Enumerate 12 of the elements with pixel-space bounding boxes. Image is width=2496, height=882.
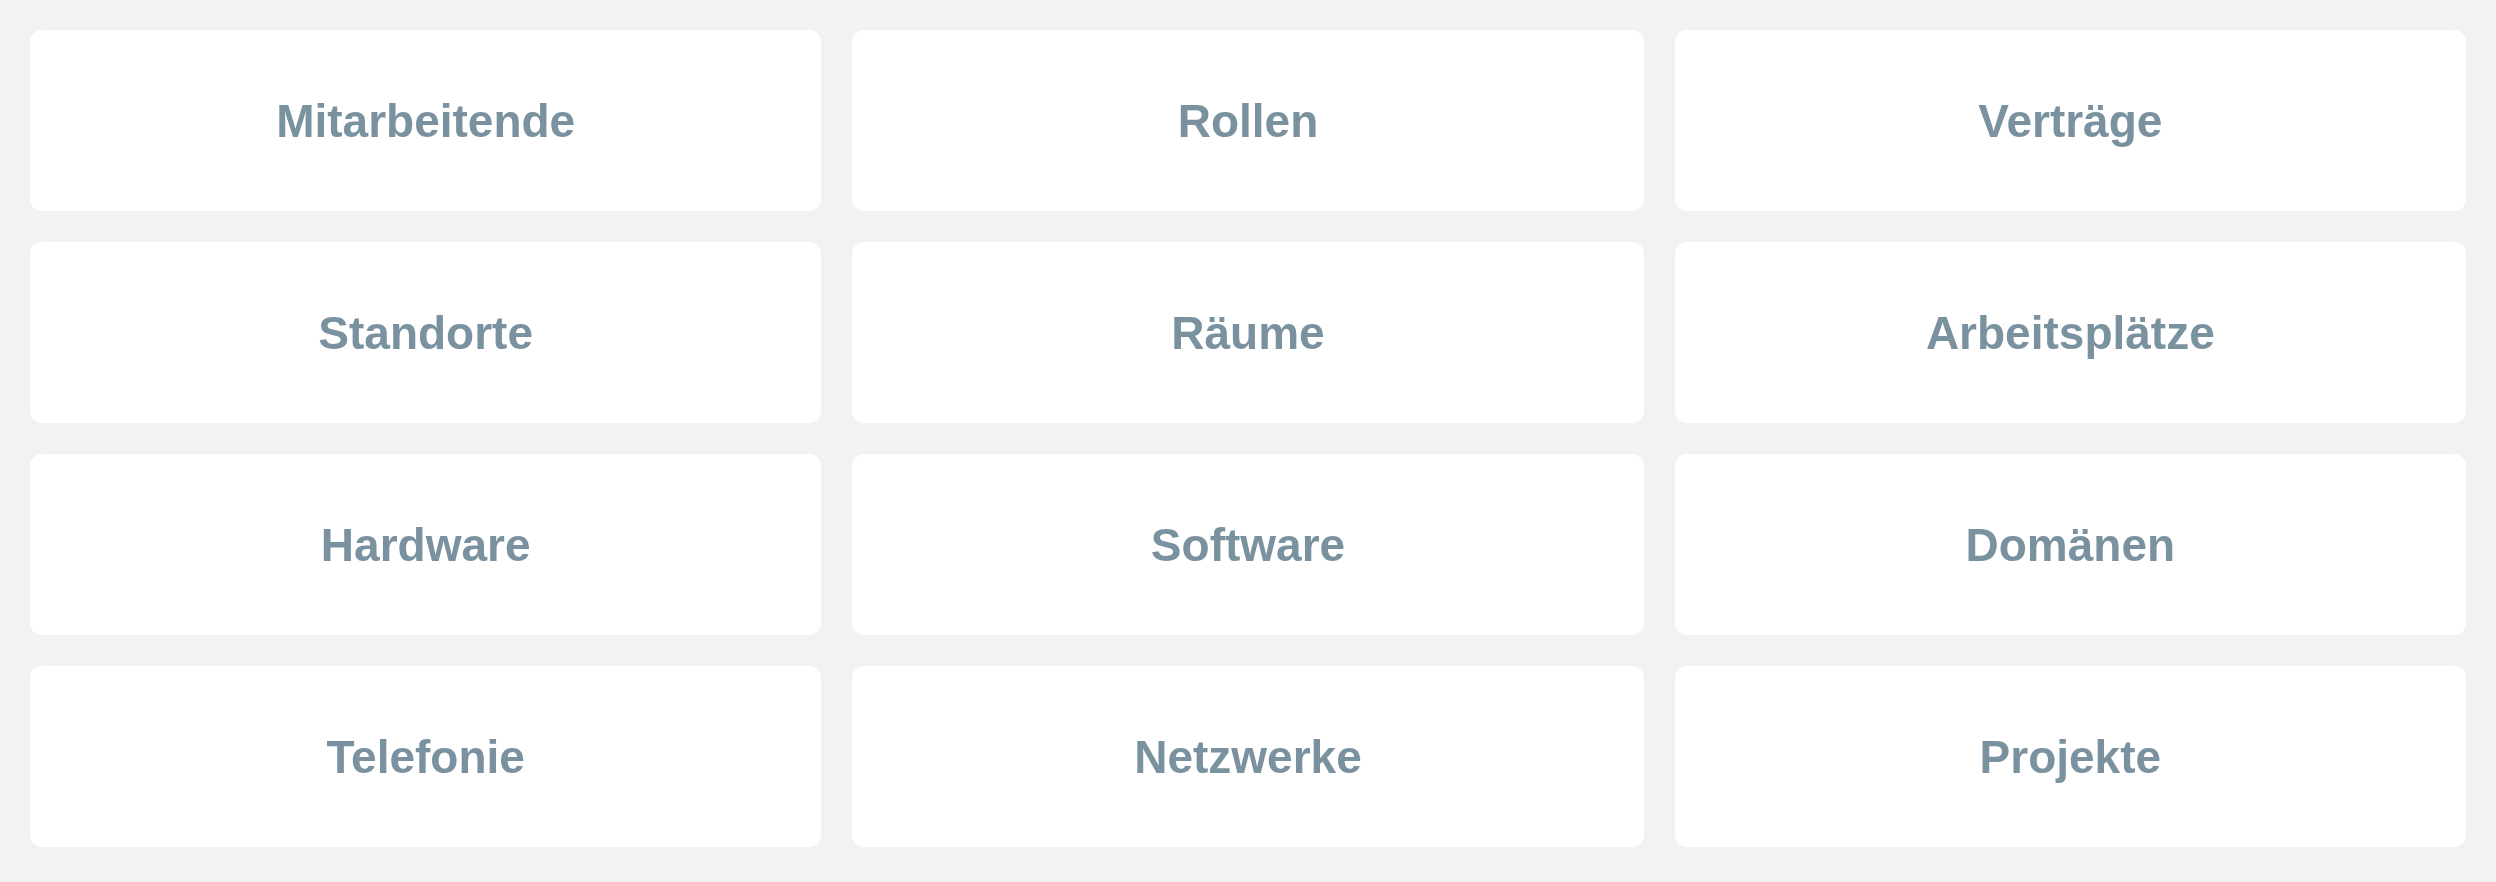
tile-button[interactable]: Domänen — [1674, 454, 2466, 635]
tile-button[interactable]: Verträge — [1674, 30, 2466, 211]
tile-button[interactable]: Standorte — [30, 242, 822, 423]
tile-button[interactable]: Arbeitsplätze — [1674, 242, 2466, 423]
tile-button[interactable]: Mitarbeitende — [30, 30, 822, 211]
tile-button[interactable]: Räume — [852, 242, 1644, 423]
tile-button[interactable]: Telefonie — [30, 666, 822, 847]
tile-button[interactable]: Netzwerke — [852, 666, 1644, 847]
tile-button[interactable]: Software — [852, 454, 1644, 635]
tile-button[interactable]: Projekte — [1674, 666, 2466, 847]
tile-button[interactable]: Hardware — [30, 454, 822, 635]
tile-button[interactable]: Rollen — [852, 30, 1644, 211]
